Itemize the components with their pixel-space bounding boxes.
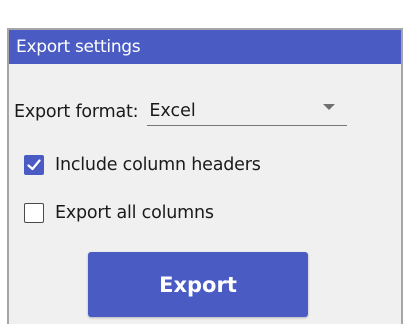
export-all-columns-option[interactable]: Export all columns <box>24 200 214 226</box>
checkmark-icon <box>27 159 41 171</box>
export-format-value: Excel <box>149 101 196 121</box>
chevron-down-icon <box>323 104 336 110</box>
export-button[interactable]: Export <box>88 252 308 317</box>
export-format-label: Export format: <box>14 102 139 122</box>
export-all-columns-label: Export all columns <box>55 203 214 223</box>
export-all-columns-checkbox[interactable] <box>24 203 44 223</box>
export-format-select[interactable]: Excel <box>147 96 348 126</box>
panel-title: Export settings <box>9 30 401 64</box>
include-column-headers-checkbox[interactable] <box>24 155 44 175</box>
include-column-headers-option[interactable]: Include column headers <box>24 152 261 178</box>
include-column-headers-label: Include column headers <box>55 155 261 175</box>
export-settings-panel: Export settings Export format: Excel Inc… <box>7 28 403 324</box>
export-format-row: Export format: Excel <box>14 96 348 126</box>
